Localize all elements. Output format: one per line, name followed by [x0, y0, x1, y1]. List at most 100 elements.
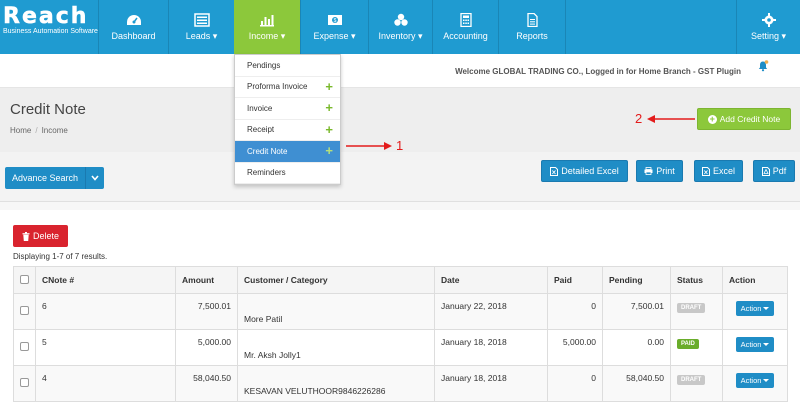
plus-circle-icon: +	[707, 113, 717, 124]
action-label: Action	[740, 376, 762, 385]
detailed-excel-button[interactable]: Detailed Excel	[541, 160, 628, 182]
column-header-action: Action	[722, 266, 788, 294]
delete-label: Delete	[32, 231, 59, 241]
pdf-button[interactable]: Pdf	[753, 160, 795, 182]
action-cell: Action	[722, 329, 788, 366]
column-header-paid[interactable]: Paid	[547, 266, 603, 294]
caret-down-icon	[763, 307, 770, 310]
menu-item-label: Invoice	[247, 103, 273, 113]
amount-cell: 58,040.50	[175, 365, 238, 402]
add-credit-note-label: Add Credit Note	[719, 114, 781, 124]
column-header-cnote[interactable]: CNote #	[35, 266, 176, 294]
welcome-text: Welcome GLOBAL TRADING CO., Logged in fo…	[455, 67, 741, 76]
status-cell: DRAFT	[670, 293, 723, 330]
print-button[interactable]: Print	[636, 160, 683, 182]
menu-item-receipt[interactable]: Receipt +	[235, 120, 340, 141]
breadcrumb: Home / Income	[10, 126, 68, 135]
select-all-checkbox[interactable]	[20, 274, 29, 284]
table-row: 6 7,500.01 More Patil January 22, 2018 0…	[13, 293, 788, 330]
column-header-amount[interactable]: Amount	[175, 266, 238, 294]
excel-file-icon	[701, 166, 710, 176]
amount-cell: 7,500.01	[175, 293, 238, 330]
action-cell: Action	[722, 293, 788, 330]
plus-icon[interactable]: +	[325, 80, 333, 93]
customer-cell: Mr. Aksh Jolly1	[237, 329, 435, 366]
excel-label: Excel	[712, 166, 735, 176]
plus-icon[interactable]: +	[325, 144, 333, 157]
calculator-icon	[459, 13, 472, 27]
nav-expense[interactable]: $ Expense ▾	[300, 0, 368, 54]
nav-reports[interactable]: Reports	[498, 0, 566, 54]
row-checkbox[interactable]	[20, 378, 29, 387]
nav-expense-label: Expense ▾	[313, 30, 356, 41]
results-summary: Displaying 1-7 of 7 results.	[13, 252, 108, 261]
nav-reports-label: Reports	[516, 31, 548, 41]
cnote-cell: 4	[35, 365, 176, 402]
action-dropdown-button[interactable]: Action	[735, 373, 775, 388]
menu-item-reminders[interactable]: Reminders	[235, 163, 340, 184]
welcome-bar: Welcome GLOBAL TRADING CO., Logged in fo…	[0, 54, 800, 88]
plus-icon[interactable]: +	[325, 101, 333, 114]
status-cell: PAID	[670, 329, 723, 366]
bell-icon[interactable]	[757, 60, 769, 72]
action-label: Action	[740, 340, 762, 349]
action-dropdown-button[interactable]: Action	[735, 337, 775, 352]
income-dropdown-menu: Pendings Proforma Invoice + Invoice + Rece…	[234, 54, 341, 185]
excel-file-icon	[550, 166, 559, 176]
breadcrumb-home[interactable]: Home	[10, 126, 31, 135]
chevron-down-icon[interactable]	[85, 167, 104, 189]
credit-note-table: CNote # Amount Customer / Category Date …	[13, 266, 788, 402]
detailed-excel-label: Detailed Excel	[561, 166, 619, 176]
annotation-number-1: 1	[396, 138, 404, 153]
nav-leads[interactable]: Leads ▾	[168, 0, 234, 54]
menu-item-proforma-invoice[interactable]: Proforma Invoice +	[235, 77, 340, 98]
column-header-pending[interactable]: Pending	[602, 266, 671, 294]
menu-item-pendings[interactable]: Pendings	[235, 55, 340, 77]
menu-item-label: Proforma Invoice	[247, 82, 308, 92]
row-checkbox[interactable]	[20, 306, 29, 315]
excel-button[interactable]: Excel	[694, 160, 743, 182]
nav-dashboard[interactable]: Dashboard	[98, 0, 168, 54]
action-cell: Action	[722, 365, 788, 402]
nav-inventory-label: Inventory ▾	[378, 30, 423, 41]
column-header-customer[interactable]: Customer / Category	[237, 266, 435, 294]
nav-inventory[interactable]: Inventory ▾	[368, 0, 432, 54]
customer-cell: More Patil	[237, 293, 435, 330]
add-credit-note-button[interactable]: + Add Credit Note	[697, 108, 791, 130]
column-header-date[interactable]: Date	[434, 266, 548, 294]
action-dropdown-button[interactable]: Action	[735, 301, 775, 316]
pending-cell: 0.00	[602, 329, 671, 366]
select-all-cell[interactable]	[13, 266, 36, 294]
print-label: Print	[656, 166, 675, 176]
caret-down-icon	[763, 379, 770, 382]
customer-cell: KESAVAN VELUTHOOR9846226286	[237, 365, 435, 402]
nav-leads-label: Leads ▾	[185, 30, 218, 41]
top-navbar: Reach Business Automation Software Dashb…	[0, 0, 800, 54]
annotation-number-2: 2	[635, 111, 643, 126]
print-icon	[644, 167, 653, 175]
column-header-status[interactable]: Status	[670, 266, 723, 294]
cubes-icon	[393, 13, 408, 26]
action-label: Action	[740, 304, 762, 313]
nav-accounting[interactable]: Accounting	[432, 0, 498, 54]
page-title: Credit Note	[10, 101, 86, 118]
gear-icon	[761, 12, 776, 27]
nav-income-label: Income ▾	[248, 30, 286, 41]
brand-logo[interactable]: Reach Business Automation Software	[0, 0, 98, 54]
advance-search-button[interactable]: Advance Search	[5, 167, 104, 189]
status-cell: DRAFT	[670, 365, 723, 402]
cnote-cell: 6	[35, 293, 176, 330]
menu-item-label: Receipt	[247, 125, 275, 135]
row-select-cell	[13, 365, 36, 402]
menu-item-invoice[interactable]: Invoice +	[235, 98, 340, 120]
money-icon: $	[327, 14, 342, 25]
row-select-cell	[13, 329, 36, 366]
breadcrumb-income[interactable]: Income	[42, 126, 68, 135]
menu-item-credit-note[interactable]: Credit Note +	[235, 141, 340, 163]
nav-setting[interactable]: Setting ▾	[736, 0, 800, 54]
delete-button[interactable]: Delete	[13, 225, 68, 247]
dashboard-icon	[126, 15, 141, 25]
plus-icon[interactable]: +	[325, 123, 333, 136]
row-checkbox[interactable]	[20, 342, 29, 351]
nav-income[interactable]: Income ▾	[234, 0, 300, 54]
